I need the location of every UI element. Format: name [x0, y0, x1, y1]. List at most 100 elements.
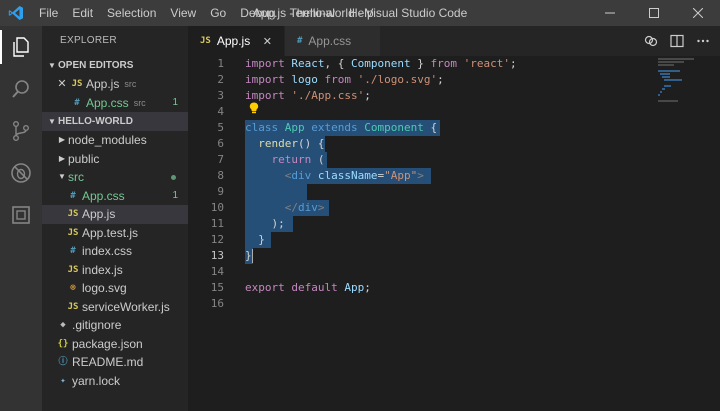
file-item[interactable]: JS index.js — [42, 261, 188, 280]
line-number: 2 — [217, 73, 224, 86]
extensions-activity[interactable] — [0, 194, 42, 236]
js-file-icon: JS — [67, 227, 79, 238]
js-file-icon: JS — [67, 209, 79, 219]
close-icon[interactable]: ✕ — [56, 75, 68, 94]
files-icon — [13, 37, 29, 57]
css-file-icon: # — [297, 36, 303, 46]
search-activity[interactable] — [0, 68, 42, 110]
tab-app-js[interactable]: JS App.js ✕ — [188, 26, 284, 56]
lightbulb-icon[interactable] — [249, 102, 259, 117]
file-item[interactable]: ✦ yarn.lock — [42, 372, 188, 391]
code-line: 16 — [188, 296, 648, 312]
minimize-button[interactable] — [588, 0, 632, 26]
file-item[interactable]: JS serviceWorker.js — [42, 298, 188, 317]
chevron-right-icon: ▶ — [58, 153, 66, 163]
code-line: 11 ); — [188, 216, 648, 232]
no-bug-icon — [11, 163, 31, 183]
menu-terminal[interactable]: Terminal — [283, 0, 342, 26]
close-window-button[interactable] — [676, 0, 720, 26]
line-number: 13 — [210, 249, 224, 262]
window-controls — [588, 0, 720, 26]
maximize-button[interactable] — [632, 0, 676, 26]
code-text: } — [245, 249, 252, 262]
menu-edit[interactable]: Edit — [65, 0, 100, 26]
explorer-sidebar: EXPLORER ▼ OPEN EDITORS ✕ JS App.js src … — [42, 26, 188, 411]
file-item[interactable]: JS App.js — [42, 205, 188, 224]
folder-item[interactable]: ▶ node_modules — [42, 131, 188, 150]
open-editor-item[interactable]: ✕ JS App.js src — [42, 75, 188, 94]
code-text: } — [245, 233, 265, 246]
explorer-title: EXPLORER — [60, 35, 117, 46]
code-line: 1 import React, { Component } from 'reac… — [188, 56, 648, 72]
folder-name: src — [68, 170, 84, 184]
close-icon[interactable]: ✕ — [263, 35, 272, 48]
activity-bar — [0, 26, 42, 411]
tab-app-css[interactable]: # App.css — [284, 26, 380, 56]
svg-file-icon: ⊚ — [70, 283, 76, 293]
line-number: 3 — [217, 89, 224, 102]
line-number: 4 — [217, 105, 224, 118]
file-name: yarn.lock — [72, 373, 121, 388]
line-number: 8 — [217, 169, 224, 182]
css-file-icon: # — [74, 97, 80, 108]
source-control-activity[interactable] — [0, 110, 42, 152]
file-item[interactable]: ⊚ logo.svg — [42, 279, 188, 298]
menu-go[interactable]: Go — [203, 0, 233, 26]
code-line: 2 import logo from './logo.svg'; — [188, 72, 648, 88]
file-name: App.js — [82, 207, 116, 221]
folder-name: public — [68, 151, 100, 166]
code-text: ); — [245, 217, 285, 230]
modified-dot — [171, 175, 176, 180]
open-changes-icon[interactable] — [644, 34, 658, 48]
more-actions-icon[interactable] — [696, 34, 710, 48]
line-number: 16 — [210, 297, 224, 310]
open-editor-item[interactable]: # App.css src 1 — [42, 94, 188, 113]
open-editor-name: App.js — [86, 77, 120, 91]
title-bar: File Edit Selection View Go Debug Termin… — [0, 0, 720, 26]
selection-highlight — [245, 184, 307, 200]
code-editor[interactable]: 1 import React, { Component } from 'reac… — [188, 56, 720, 411]
project-header[interactable]: ▼ HELLO-WORLD — [42, 112, 188, 131]
file-name: logo.svg — [82, 281, 127, 295]
tab-label: App.css — [308, 34, 352, 48]
debug-activity[interactable] — [0, 152, 42, 194]
code-text: export default App; — [245, 281, 371, 294]
folder-item[interactable]: ▶ public — [42, 150, 188, 169]
code-line: 13 } — [188, 248, 648, 264]
search-icon — [12, 80, 29, 98]
folder-item[interactable]: ▼ src — [42, 168, 188, 187]
open-editors-label: OPEN EDITORS — [58, 60, 134, 71]
split-editor-icon[interactable] — [670, 34, 684, 48]
open-editor-path: src — [124, 79, 137, 89]
tab-label: App.js — [216, 34, 251, 48]
close-icon — [693, 8, 703, 18]
file-item[interactable]: # index.css — [42, 242, 188, 261]
menu-view[interactable]: View — [163, 0, 203, 26]
minimap[interactable] — [656, 56, 708, 136]
file-item[interactable]: # App.css 1 — [42, 187, 188, 206]
menu-bar: File Edit Selection View Go Debug Termin… — [32, 0, 381, 26]
file-item[interactable]: {} package.json — [42, 335, 188, 354]
file-item[interactable]: JS App.test.js — [42, 224, 188, 243]
line-number: 12 — [210, 233, 224, 246]
code-line: 8 <div className="App"> — [188, 168, 648, 184]
line-number: 6 — [217, 137, 224, 150]
menu-debug[interactable]: Debug — [233, 0, 282, 26]
maximize-icon — [649, 8, 659, 18]
menu-selection[interactable]: Selection — [100, 0, 163, 26]
explorer-activity[interactable] — [0, 26, 42, 68]
open-editors-header[interactable]: ▼ OPEN EDITORS — [42, 56, 188, 75]
file-item[interactable]: ⓘ README.md — [42, 353, 188, 372]
js-file-icon: JS — [200, 36, 211, 46]
code-text: import React, { Component } from 'react'… — [245, 57, 517, 70]
file-name: .gitignore — [72, 318, 122, 332]
editor-actions — [644, 26, 710, 56]
css-file-icon: # — [70, 190, 76, 201]
code-text: </div> — [284, 201, 325, 214]
code-line: 7 return ( — [188, 152, 648, 168]
menu-help[interactable]: Help — [342, 0, 381, 26]
menu-file[interactable]: File — [32, 0, 65, 26]
file-item[interactable]: ◆ .gitignore — [42, 316, 188, 335]
extensions-icon — [12, 206, 30, 224]
code-text: import logo from './logo.svg'; — [245, 73, 444, 86]
